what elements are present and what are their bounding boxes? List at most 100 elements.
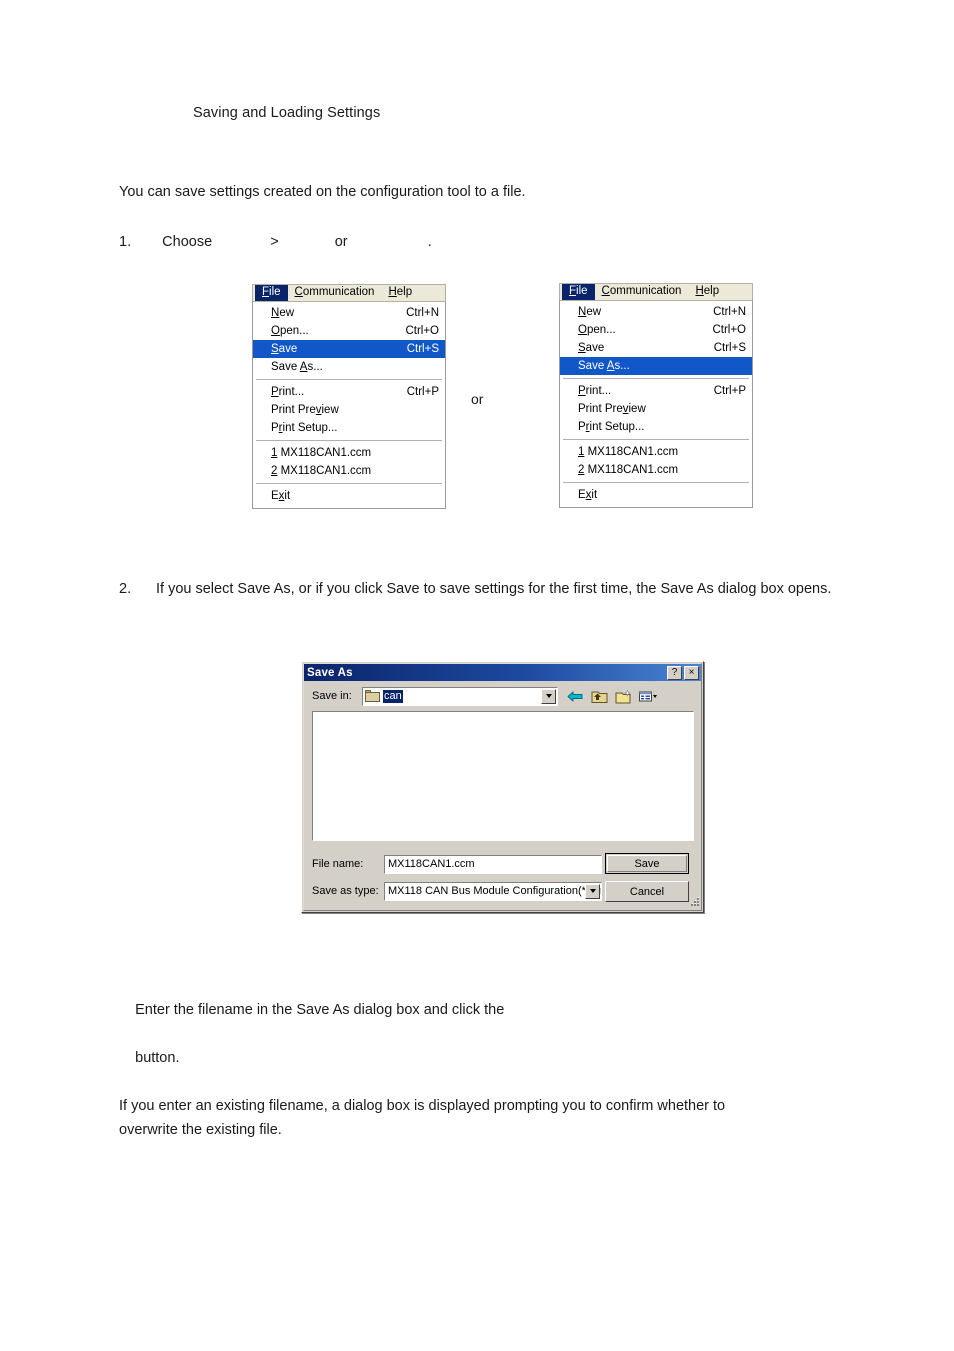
menu-item-save-as-label: s... (307, 361, 323, 373)
intro-paragraph: You can save settings created on the con… (119, 184, 526, 200)
menu-item-recent-1-label: MX118CAN1.ccm (277, 447, 372, 459)
menu-item-save-as-pre: Save (578, 360, 607, 372)
menu-item-print-preview[interactable]: Print Preview (560, 400, 752, 418)
step-1-text-or: or (334, 234, 348, 250)
menu-item-save-as[interactable]: Save As... (560, 357, 752, 375)
chevron-down-icon[interactable] (585, 883, 600, 899)
menu-item-open[interactable]: Open... Ctrl+O (560, 321, 752, 339)
menu-bar-item-help[interactable]: Help (688, 284, 726, 300)
dialog-toolbar (566, 688, 657, 705)
menu-item-print-preview-label: iew (628, 403, 646, 415)
step-1-text-choose: Choose (162, 234, 213, 250)
dialog-title-bar[interactable]: Save As ? × (304, 664, 701, 681)
save-as-type-value: MX118 CAN Bus Module Configuration(*.ccm (388, 885, 602, 897)
new-folder-icon[interactable] (614, 688, 633, 705)
file-name-row: File name: MX118CAN1.ccm (312, 854, 602, 874)
menu-item-recent-1-label: MX118CAN1.ccm (584, 446, 679, 458)
step-2-number: 2. (119, 581, 132, 597)
page-title: Saving and Loading Settings (193, 105, 381, 121)
file-menu-dropdown: New Ctrl+N Open... Ctrl+O Save Ctrl+S Sa… (559, 300, 753, 508)
title-bar-buttons: ? × (667, 665, 699, 680)
menu-bar-item-communication-label: ommunication (609, 285, 682, 297)
menu-item-print-setup[interactable]: Print Setup... (560, 418, 752, 436)
menu-bar-item-help-mnemonic: H (695, 285, 704, 297)
menu-item-save[interactable]: Save Ctrl+S (253, 340, 445, 358)
menu-item-save[interactable]: Save Ctrl+S (560, 339, 752, 357)
menu-item-exit-pre: E (578, 489, 586, 501)
menu-item-save-label: ave (278, 343, 298, 355)
menu-item-print[interactable]: Print... Ctrl+P (560, 382, 752, 400)
menu-item-print-label: rint... (278, 386, 305, 398)
menu-item-recent-1[interactable]: 1 MX118CAN1.ccm (560, 443, 752, 461)
menu-item-save-as-label: s... (614, 360, 630, 372)
menu-item-exit[interactable]: Exit (253, 487, 445, 505)
file-list-area[interactable] (312, 711, 694, 841)
menu-item-print-mnemonic: P (271, 386, 279, 398)
save-in-label: Save in: (312, 690, 352, 702)
menu-item-open-label: pen... (586, 324, 616, 336)
menu-bar-item-communication-mnemonic: C (294, 286, 303, 298)
menu-item-print[interactable]: Print... Ctrl+P (253, 383, 445, 401)
closing-line-2: If you enter an existing filename, a dia… (119, 1098, 726, 1114)
menu-item-recent-1[interactable]: 1 MX118CAN1.ccm (253, 444, 445, 462)
menu-bar-item-file[interactable]: File (562, 284, 595, 300)
menu-bar: File Communication Help (252, 284, 446, 301)
menu-item-print-accel: Ctrl+P (406, 386, 439, 398)
menu-item-save-as[interactable]: Save As... (253, 358, 445, 376)
menu-bar-item-file-mnemonic: F (569, 285, 577, 297)
menu-item-recent-2[interactable]: 2 MX118CAN1.ccm (560, 461, 752, 479)
menu-item-new-label: ew (586, 306, 602, 318)
menu-bar-item-help-label: elp (703, 285, 720, 297)
chevron-down-icon[interactable] (541, 688, 556, 704)
save-as-type-label: Save as type: (312, 885, 379, 897)
views-icon[interactable] (638, 688, 657, 705)
menu-bar-item-communication[interactable]: Communication (595, 284, 689, 300)
save-as-type-combo[interactable]: MX118 CAN Bus Module Configuration(*.ccm (384, 881, 602, 901)
menu-item-new[interactable]: New Ctrl+N (560, 303, 752, 321)
step-1: 1. Choose > or . (119, 230, 432, 254)
menu-bar-item-communication[interactable]: Communication (288, 285, 382, 301)
help-button[interactable]: ? (667, 665, 682, 680)
save-button[interactable]: Save (605, 853, 689, 874)
menu-item-print-setup-pre: P (578, 421, 586, 433)
cancel-button[interactable]: Cancel (605, 881, 689, 902)
closing-line-1: Enter the filename in the Save As dialog… (119, 974, 909, 1094)
folder-icon (365, 690, 380, 702)
save-in-value: can (382, 688, 404, 704)
menu-item-print-label: rint... (585, 385, 612, 397)
file-menu-screenshot-save-as: File Communication Help New Ctrl+N Open.… (559, 283, 753, 508)
close-icon[interactable]: × (684, 665, 699, 680)
step-2-text: If you select Save As, or if you click S… (156, 581, 832, 597)
menu-separator (563, 378, 749, 379)
menu-bar-item-communication-mnemonic: C (601, 285, 610, 297)
save-in-row: Save in: can (312, 686, 695, 706)
menu-item-save-as-pre: Save (271, 361, 300, 373)
menu-item-save-accel: Ctrl+S (406, 343, 439, 355)
menu-item-open-accel: Ctrl+O (405, 325, 439, 337)
menu-item-print-preview[interactable]: Print Preview (253, 401, 445, 419)
dialog-title: Save As (307, 666, 353, 679)
menu-bar-item-file[interactable]: File (255, 285, 288, 301)
back-icon[interactable] (566, 688, 585, 705)
menu-item-print-preview-pre: Print Pre (271, 404, 316, 416)
resize-grip[interactable] (688, 897, 700, 909)
menu-item-recent-2[interactable]: 2 MX118CAN1.ccm (253, 462, 445, 480)
menu-bar-item-file-label: ile (576, 285, 588, 297)
closing-line-1b: button. (135, 1050, 180, 1066)
file-menu-dropdown: New Ctrl+N Open... Ctrl+O Save Ctrl+S Sa… (252, 301, 446, 509)
menu-item-print-setup[interactable]: Print Setup... (253, 419, 445, 437)
menu-bar-item-help[interactable]: Help (381, 285, 419, 301)
file-name-input[interactable]: MX118CAN1.ccm (384, 854, 602, 874)
save-in-combo[interactable]: can (362, 686, 558, 706)
menu-item-exit[interactable]: Exit (560, 486, 752, 504)
menu-item-open[interactable]: Open... Ctrl+O (253, 322, 445, 340)
up-one-level-icon[interactable] (590, 688, 609, 705)
file-menu-screenshot-save: File Communication Help New Ctrl+N Open.… (252, 284, 446, 509)
menu-item-save-label: ave (585, 342, 605, 354)
menu-item-print-setup-label: int Setup... (589, 421, 645, 433)
step-1-number: 1. (119, 234, 132, 250)
save-as-type-row: Save as type: MX118 CAN Bus Module Confi… (312, 881, 602, 901)
menu-item-recent-2-label: MX118CAN1.ccm (584, 464, 679, 476)
menu-item-new[interactable]: New Ctrl+N (253, 304, 445, 322)
menu-item-open-mnemonic: O (271, 325, 280, 337)
